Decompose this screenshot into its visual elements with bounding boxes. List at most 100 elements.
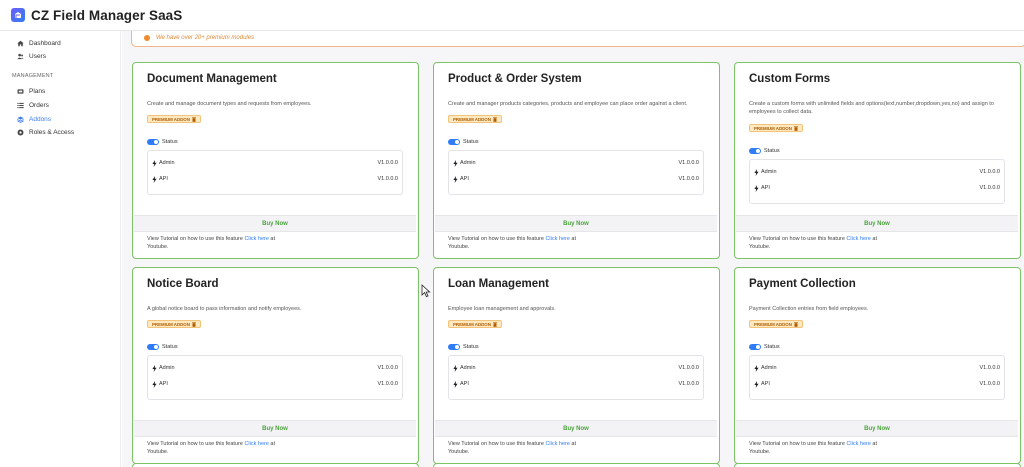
bolt-icon — [152, 364, 157, 372]
tutorial-prefix: View Tutorial on how to use this feature — [448, 236, 544, 242]
tutorial-link[interactable]: Click here — [244, 236, 268, 242]
addon-card-partial — [132, 463, 419, 467]
status-toggle-row[interactable]: Status — [749, 344, 780, 350]
buy-now-button[interactable]: Buy Now — [435, 420, 717, 437]
addon-card: Payment Collection Payment Collection en… — [734, 267, 1021, 464]
tutorial-link[interactable]: Click here — [545, 236, 569, 242]
users-icon — [16, 52, 24, 60]
module-row: Admin V1.0.0.0 — [754, 364, 1000, 372]
premium-badge: PREMIUM ADDON — [448, 320, 502, 328]
module-name: Admin — [460, 365, 476, 371]
sidebar-item-label: Users — [29, 52, 46, 60]
module-name: API — [159, 381, 168, 387]
badge-label: PREMIUM ADDON — [152, 321, 190, 327]
bolt-icon — [453, 364, 458, 372]
status-toggle-row[interactable]: Status — [448, 344, 479, 350]
card-title: Loan Management — [448, 278, 549, 290]
addon-card-partial — [433, 463, 720, 467]
status-label: Status — [463, 139, 479, 145]
module-version: V1.0.0.0 — [678, 365, 700, 371]
sidebar-item-label: Dashboard — [29, 39, 61, 47]
sidebar-item-plans[interactable]: Plans — [16, 87, 45, 95]
module-name: API — [761, 381, 770, 387]
module-row: Admin V1.0.0.0 — [453, 364, 699, 372]
buy-now-button[interactable]: Buy Now — [435, 215, 717, 232]
module-row: API V1.0.0.0 — [453, 175, 699, 183]
tutorial-text: View Tutorial on how to use this feature… — [147, 440, 297, 456]
card-description: A global notice board to pass informatio… — [147, 306, 302, 312]
module-version: V1.0.0.0 — [377, 365, 399, 371]
status-toggle[interactable] — [147, 344, 159, 350]
sidebar-item-orders[interactable]: Orders — [16, 101, 49, 109]
badge-label: PREMIUM ADDON — [453, 321, 491, 327]
trash-icon — [492, 321, 497, 327]
status-toggle[interactable] — [749, 344, 761, 350]
sidebar-item-users[interactable]: Users — [16, 52, 46, 60]
trash-icon — [191, 116, 196, 122]
sidebar-item-roles-access[interactable]: Roles & Access — [16, 128, 74, 136]
buy-now-button[interactable]: Buy Now — [736, 215, 1018, 232]
status-toggle[interactable] — [147, 139, 159, 145]
status-label: Status — [162, 344, 178, 350]
tutorial-prefix: View Tutorial on how to use this feature — [749, 236, 845, 242]
info-alert: We have over 20+ premium modules — [131, 31, 1024, 47]
module-row: Admin V1.0.0.0 — [152, 364, 398, 372]
addon-card: Notice Board A global notice board to pa… — [132, 267, 419, 464]
sidebar-item-label: Roles & Access — [29, 128, 75, 136]
tutorial-link[interactable]: Click here — [545, 441, 569, 447]
sidebar-section-label: MANAGEMENT — [12, 73, 54, 79]
module-version: V1.0.0.0 — [678, 176, 700, 182]
module-version: V1.0.0.0 — [979, 169, 1001, 175]
tutorial-prefix: View Tutorial on how to use this feature — [749, 441, 845, 447]
module-version: V1.0.0.0 — [377, 381, 399, 387]
sidebar-item-dashboard[interactable]: Dashboard — [16, 39, 61, 47]
module-version: V1.0.0.0 — [979, 381, 1001, 387]
module-name: API — [159, 176, 168, 182]
app-logo-icon — [11, 8, 25, 22]
bolt-icon — [754, 364, 759, 372]
modules-box: Admin V1.0.0.0 API V1.0.0.0 — [448, 355, 704, 400]
status-toggle-row[interactable]: Status — [147, 139, 178, 145]
bolt-icon — [152, 175, 157, 183]
tutorial-link[interactable]: Click here — [846, 236, 870, 242]
module-name: Admin — [761, 169, 777, 175]
module-name: API — [460, 381, 469, 387]
status-label: Status — [764, 148, 780, 154]
bolt-icon — [754, 380, 759, 388]
status-label: Status — [463, 344, 479, 350]
bolt-icon — [152, 380, 157, 388]
card-description: Create and manager products categories, … — [448, 101, 688, 107]
bolt-icon — [453, 159, 458, 167]
badge-label: PREMIUM ADDON — [453, 116, 491, 122]
module-name: Admin — [159, 365, 175, 371]
buy-now-button[interactable]: Buy Now — [134, 215, 416, 232]
module-name: Admin — [761, 365, 777, 371]
list-icon — [16, 101, 24, 109]
module-row: API V1.0.0.0 — [754, 380, 1000, 388]
module-version: V1.0.0.0 — [979, 185, 1001, 191]
buy-now-button[interactable]: Buy Now — [736, 420, 1018, 437]
settings-icon — [16, 128, 24, 136]
buy-now-button[interactable]: Buy Now — [134, 420, 416, 437]
status-toggle-row[interactable]: Status — [749, 148, 780, 154]
plans-icon — [16, 87, 24, 95]
badge-label: PREMIUM ADDON — [754, 321, 792, 327]
tutorial-link[interactable]: Click here — [244, 441, 268, 447]
card-description: Create and manage document types and req… — [147, 101, 312, 107]
module-version: V1.0.0.0 — [979, 365, 1001, 371]
status-toggle[interactable] — [448, 344, 460, 350]
sidebar-item-label: Plans — [29, 87, 46, 95]
sidebar-item-addons[interactable]: Addons — [16, 115, 51, 123]
card-title: Custom Forms — [749, 73, 831, 85]
status-toggle[interactable] — [749, 148, 761, 154]
bolt-icon — [453, 175, 458, 183]
status-toggle[interactable] — [448, 139, 460, 145]
bolt-icon — [453, 380, 458, 388]
tutorial-text: View Tutorial on how to use this feature… — [749, 440, 899, 456]
card-description: Employee loan management and approvals. — [448, 306, 556, 312]
trash-icon — [191, 321, 196, 327]
tutorial-link[interactable]: Click here — [846, 441, 870, 447]
app-title: CZ Field Manager SaaS — [31, 7, 183, 23]
status-toggle-row[interactable]: Status — [448, 139, 479, 145]
status-toggle-row[interactable]: Status — [147, 344, 178, 350]
